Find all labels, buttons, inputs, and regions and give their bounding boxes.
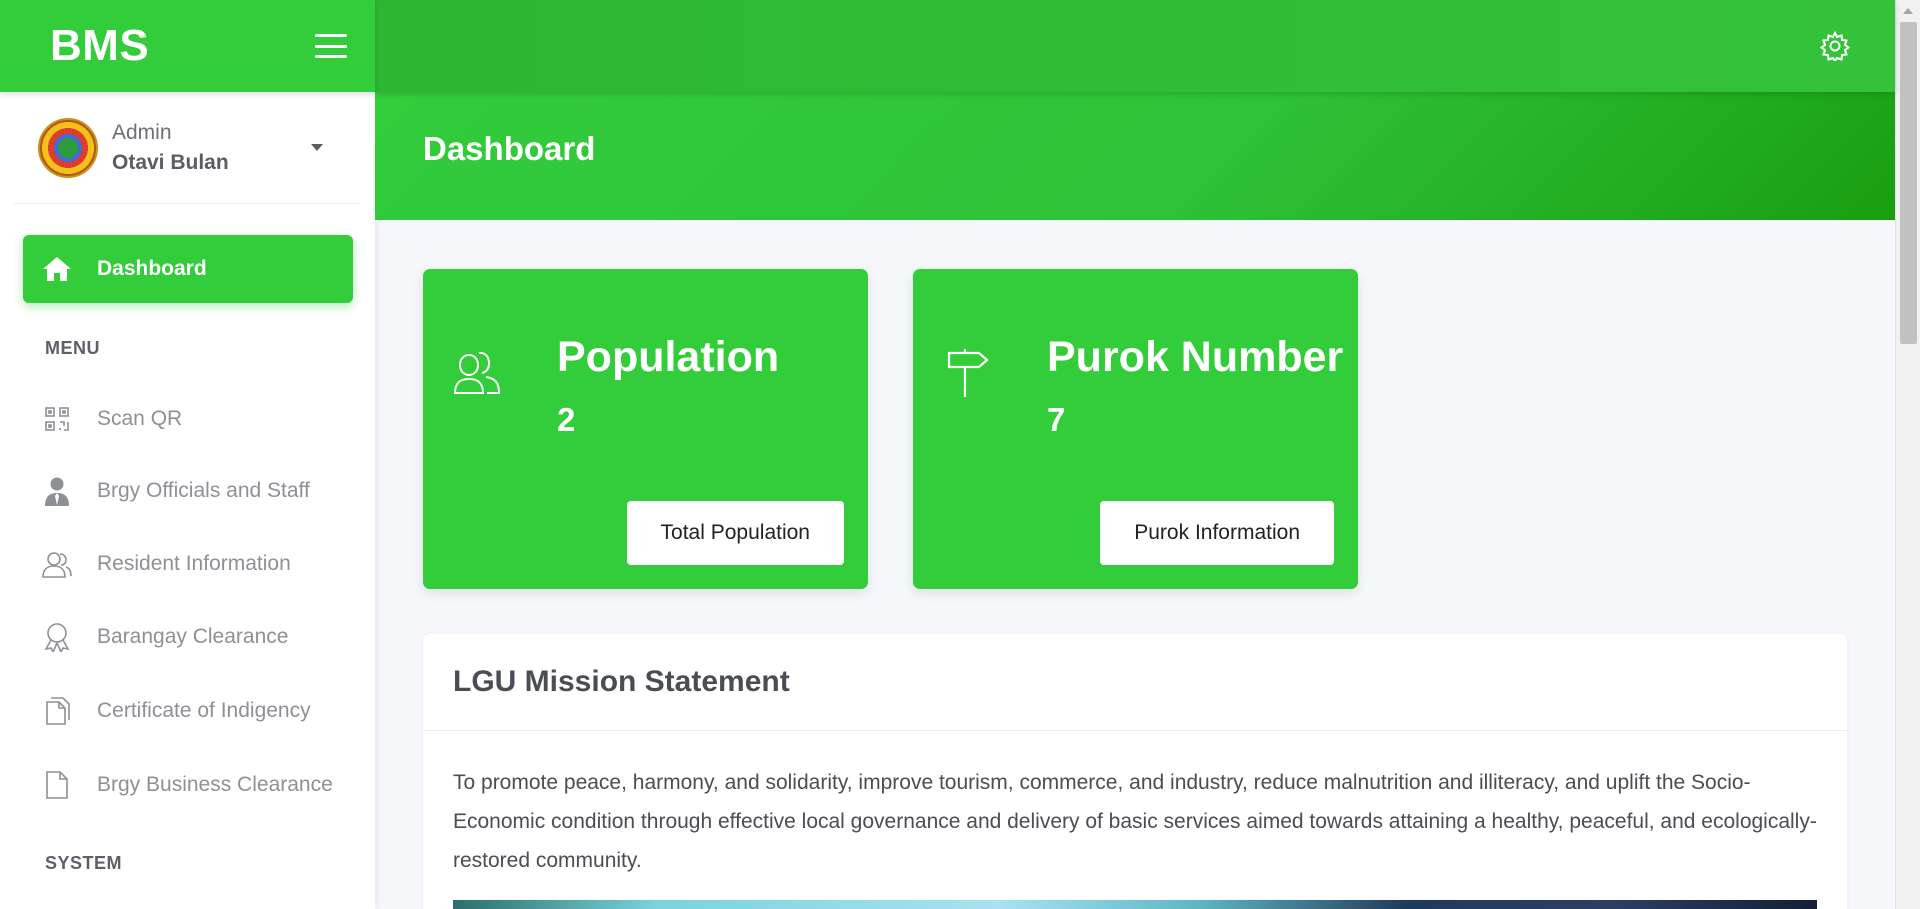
qr-code-icon xyxy=(41,403,73,435)
sidebar-item-officials[interactable]: Brgy Officials and Staff xyxy=(23,463,353,519)
page-title: Dashboard xyxy=(423,130,596,167)
mission-text: To promote peace, harmony, and solidarit… xyxy=(453,771,1817,872)
signpost-icon xyxy=(943,349,993,399)
users-outline-icon xyxy=(453,349,503,399)
sidebar-item-business-clearance[interactable]: Brgy Business Clearance xyxy=(23,757,353,813)
menu-section-title: MENU xyxy=(45,338,100,358)
purok-card: Purok Number 7 Purok Information xyxy=(913,269,1358,589)
system-section-title: SYSTEM xyxy=(45,853,123,873)
award-icon xyxy=(41,621,73,653)
home-icon xyxy=(41,253,73,285)
chevron-down-icon[interactable] xyxy=(311,144,323,151)
logo-bar: BMS xyxy=(0,0,375,92)
population-card: Population 2 Total Population xyxy=(423,269,868,589)
card-title: Purok Number xyxy=(1047,333,1344,381)
card-title: Population xyxy=(557,333,780,381)
mission-panel: LGU Mission Statement To promote peace, … xyxy=(423,634,1847,909)
users-icon xyxy=(41,548,73,580)
menu-toggle-icon[interactable] xyxy=(315,34,347,58)
sidebar-item-scan-qr[interactable]: Scan QR xyxy=(23,391,353,447)
sidebar-item-residents[interactable]: Resident Information xyxy=(23,536,353,592)
user-name: Otavi Bulan xyxy=(112,150,229,174)
sidebar-item-label: Scan QR xyxy=(97,407,183,430)
sidebar-item-certificate-indigency[interactable]: Certificate of Indigency xyxy=(23,683,353,739)
card-value: 7 xyxy=(1047,401,1066,438)
sidebar-item-label: Brgy Officials and Staff xyxy=(97,479,310,502)
mission-banner-image xyxy=(453,900,1817,909)
gear-icon[interactable] xyxy=(1819,30,1851,63)
card-value: 2 xyxy=(557,401,576,438)
scrollbar[interactable] xyxy=(1895,0,1920,909)
purok-information-button[interactable]: Purok Information xyxy=(1100,501,1334,565)
sidebar: BMS Admin Otavi Bulan Dashboard MENU Sca… xyxy=(0,0,375,909)
sidebar-item-label: Barangay Clearance xyxy=(97,625,289,648)
file-icon xyxy=(41,769,73,801)
sidebar-item-barangay-clearance[interactable]: Barangay Clearance xyxy=(23,609,353,665)
avatar xyxy=(38,117,98,178)
user-panel[interactable]: Admin Otavi Bulan xyxy=(14,92,361,204)
scroll-thumb[interactable] xyxy=(1900,22,1917,344)
scroll-up-icon[interactable] xyxy=(1903,8,1913,14)
user-role: Admin xyxy=(112,120,172,144)
sidebar-item-label: Certificate of Indigency xyxy=(97,699,311,722)
top-navbar xyxy=(375,0,1895,92)
sidebar-item-dashboard[interactable]: Dashboard xyxy=(23,235,353,303)
sidebar-item-label: Dashboard xyxy=(97,257,207,280)
user-tie-icon xyxy=(41,475,73,507)
sidebar-item-label: Resident Information xyxy=(97,552,291,575)
app-logo[interactable]: BMS xyxy=(50,21,149,71)
documents-icon xyxy=(41,695,73,727)
total-population-button[interactable]: Total Population xyxy=(626,501,844,565)
mission-title: LGU Mission Statement xyxy=(453,665,790,698)
sidebar-item-label: Brgy Business Clearance xyxy=(97,773,333,796)
page-header: Dashboard xyxy=(375,92,1895,220)
